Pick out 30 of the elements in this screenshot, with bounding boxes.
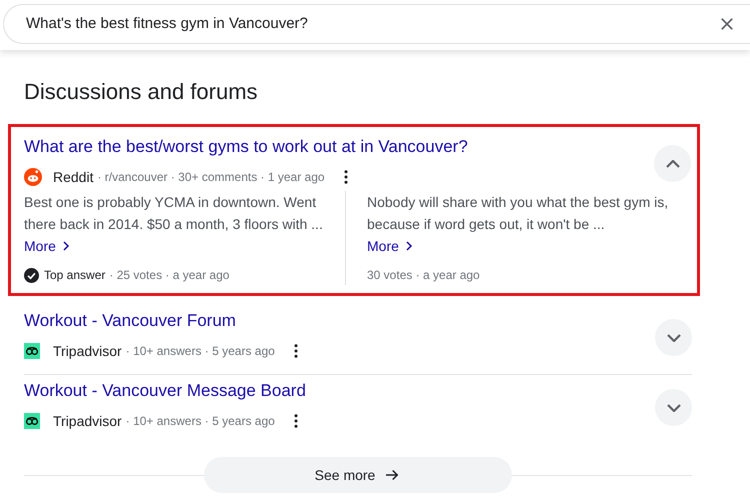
answer-snippet: Nobody will share with you what the best gym is, because if word gets out, it won't be ... [367,193,670,234]
source-name: Tripadvisor [53,412,122,431]
more-link[interactable]: More [24,235,72,257]
top-answer-label: Top answer [44,267,106,284]
search-field[interactable]: What's the best fitness gym in Vancouver? [3,4,750,44]
answer-snippet: Best one is probably YCMA in downtown. Went there back in 2014. $50 a month, 3 floors with ... [24,193,324,234]
owl-eyes-icon [24,413,40,429]
expand-button[interactable] [655,389,692,426]
result-title-link[interactable]: What are the best/worst gyms to work out at in Vancouver? [24,135,468,159]
checkmark-circle-icon [24,268,39,282]
result-title-link[interactable]: Workout - Vancouver Message Board [24,379,306,403]
owl-eyes-icon [24,343,40,359]
section-heading: Discussions and forums [24,78,259,106]
result-details: · 10+ answers · 5 years ago [126,413,275,430]
source-name: Tripadvisor [53,342,122,361]
more-link[interactable]: More [367,235,415,257]
result-title-link[interactable]: Workout - Vancouver Forum [24,309,305,333]
chevron-down-icon [666,404,680,412]
search-input[interactable]: What's the best fitness gym in Vancouver? [26,12,718,36]
collapse-button[interactable] [654,145,691,182]
result-details: · 10+ answers · 5 years ago [126,343,275,360]
chevron-up-icon [666,160,680,168]
alien-logo-icon [24,168,42,186]
see-more-button[interactable]: See more [204,457,512,493]
source-name: Reddit [53,168,94,186]
expand-button[interactable] [655,319,692,356]
vote-details: · 25 votes · a year ago [109,267,230,284]
vote-details: 30 votes · a year ago [367,267,480,284]
chevron-down-icon [666,334,680,342]
result-details: · r/vancouver · 30+ comments · 1 year ago [97,169,325,186]
